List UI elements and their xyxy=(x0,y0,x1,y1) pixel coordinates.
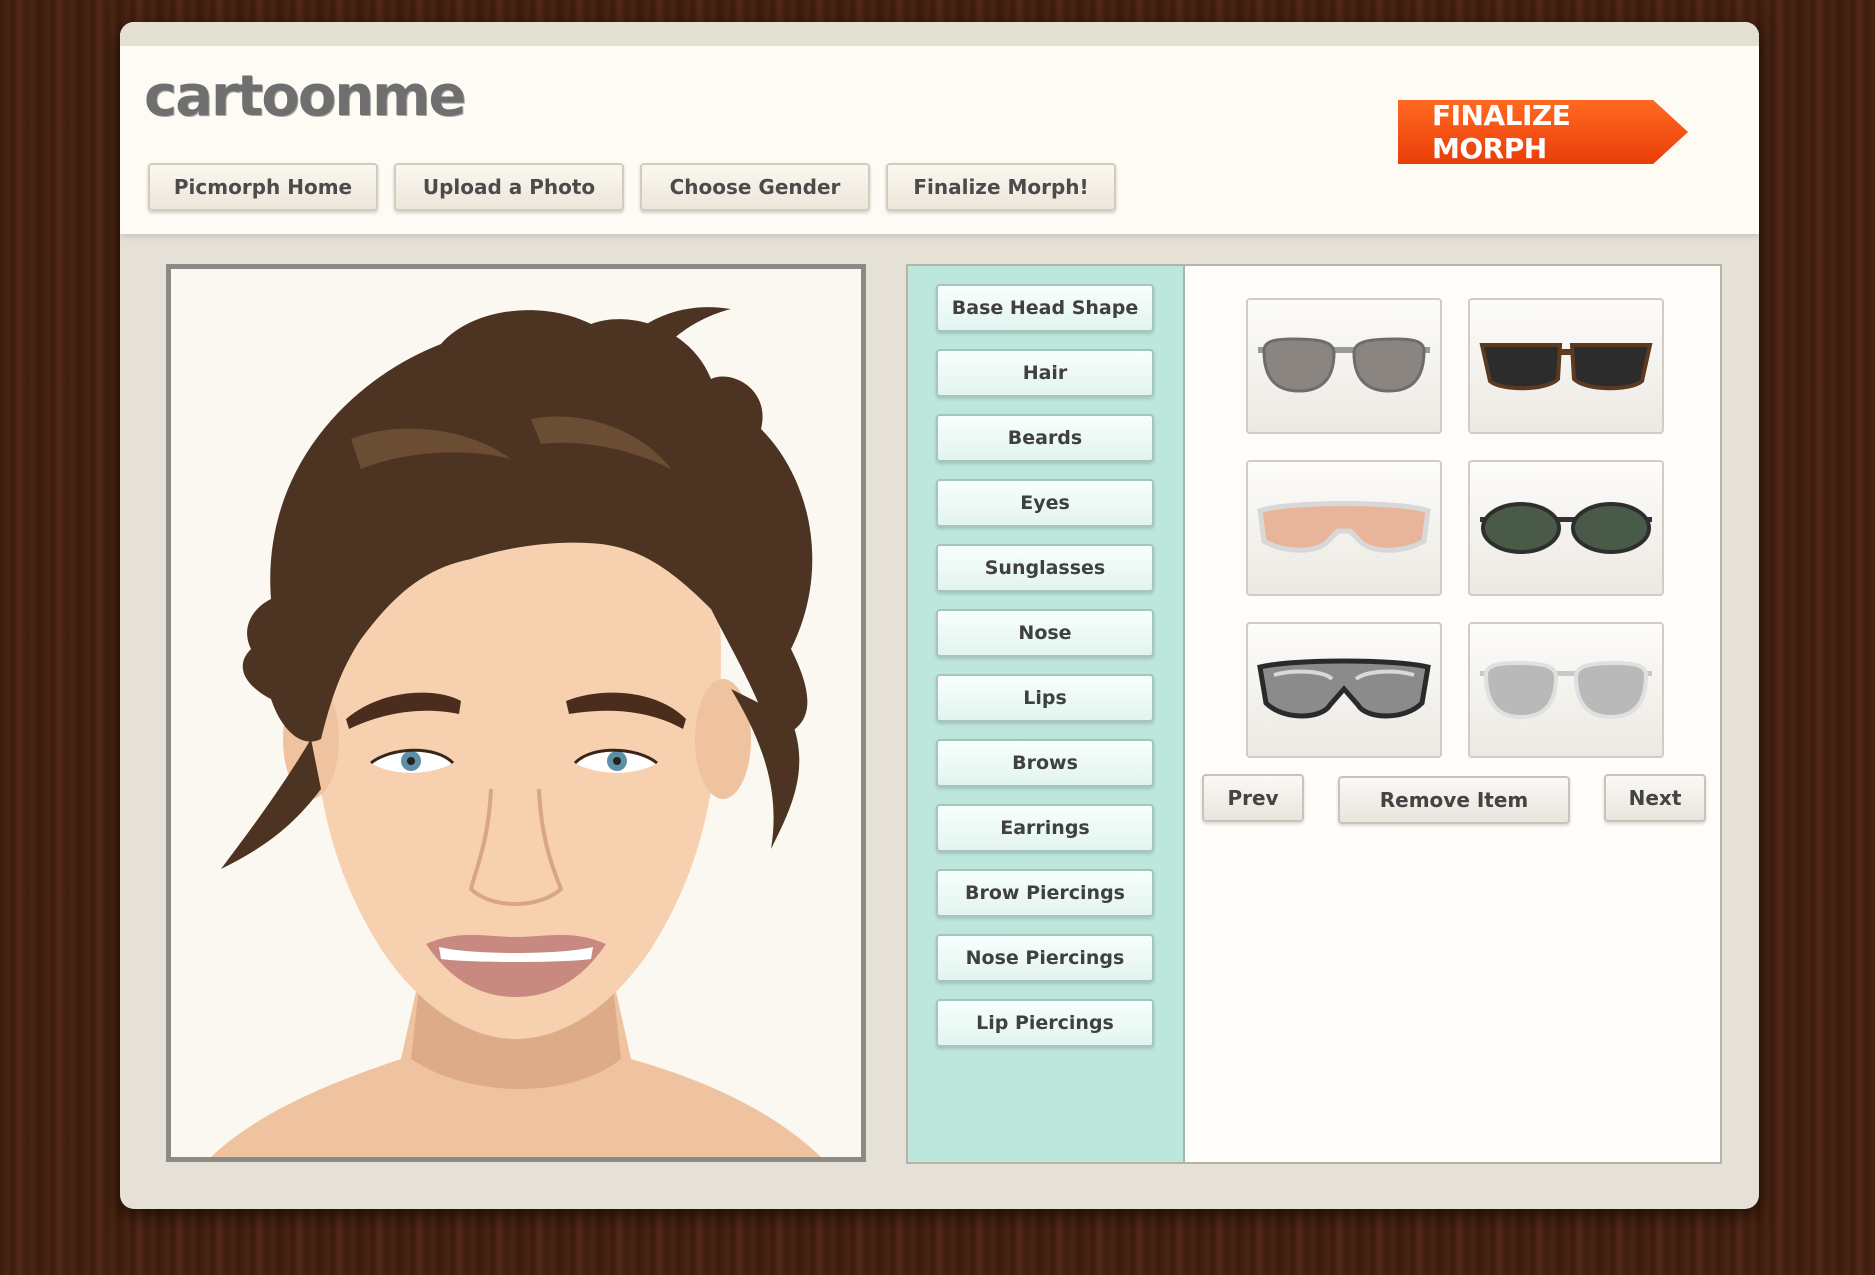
category-lip-piercings[interactable]: Lip Piercings xyxy=(936,999,1154,1047)
prev-button[interactable]: Prev xyxy=(1202,774,1304,822)
category-nose[interactable]: Nose xyxy=(936,609,1154,657)
category-hair[interactable]: Hair xyxy=(936,349,1154,397)
round-sunglasses-green-icon xyxy=(1480,502,1652,554)
shield-sunglasses-chrome-icon xyxy=(1257,658,1431,719)
app-panel: cartoonme Picmorph Home Upload a Photo C… xyxy=(120,22,1759,1209)
header: cartoonme Picmorph Home Upload a Photo C… xyxy=(120,22,1759,234)
item-wayfarer-tortoise[interactable] xyxy=(1468,298,1664,434)
category-brow-piercings[interactable]: Brow Piercings xyxy=(936,869,1154,917)
remove-item-button[interactable]: Remove Item xyxy=(1338,776,1570,824)
nav-upload-photo-button[interactable]: Upload a Photo xyxy=(394,163,624,211)
category-nose-piercings[interactable]: Nose Piercings xyxy=(936,934,1154,982)
item-shield-chrome[interactable] xyxy=(1246,622,1442,758)
category-base-head-shape[interactable]: Base Head Shape xyxy=(936,284,1154,332)
category-beards[interactable]: Beards xyxy=(936,414,1154,462)
item-aviator-silver[interactable] xyxy=(1468,622,1664,758)
next-button[interactable]: Next xyxy=(1604,774,1706,822)
category-sunglasses[interactable]: Sunglasses xyxy=(936,544,1154,592)
category-lips[interactable]: Lips xyxy=(936,674,1154,722)
cartoonme-logo[interactable]: cartoonme xyxy=(144,64,467,129)
item-sport-pink[interactable] xyxy=(1246,460,1442,596)
aviator-sunglasses-silver-icon xyxy=(1480,660,1652,720)
wayfarer-sunglasses-tortoise-icon xyxy=(1479,343,1653,391)
cartoon-face-illustration xyxy=(171,269,861,1157)
nav-picmorph-home-button[interactable]: Picmorph Home xyxy=(148,163,378,211)
aviator-sunglasses-gray-icon xyxy=(1258,337,1430,393)
nav-choose-gender-button[interactable]: Choose Gender xyxy=(640,163,870,211)
cartoon-preview xyxy=(166,264,866,1162)
nav-finalize-morph-button[interactable]: Finalize Morph! xyxy=(886,163,1116,211)
category-list: Base Head Shape Hair Beards Eyes Sunglas… xyxy=(908,266,1185,1162)
item-aviator-gray[interactable] xyxy=(1246,298,1442,434)
category-brows[interactable]: Brows xyxy=(936,739,1154,787)
sport-sunglasses-pink-icon xyxy=(1257,501,1431,553)
finalize-morph-button[interactable]: FINALIZE MORPH xyxy=(1398,100,1688,164)
category-earrings[interactable]: Earrings xyxy=(936,804,1154,852)
category-eyes[interactable]: Eyes xyxy=(936,479,1154,527)
item-round-green[interactable] xyxy=(1468,460,1664,596)
item-editor: Base Head Shape Hair Beards Eyes Sunglas… xyxy=(906,264,1722,1164)
